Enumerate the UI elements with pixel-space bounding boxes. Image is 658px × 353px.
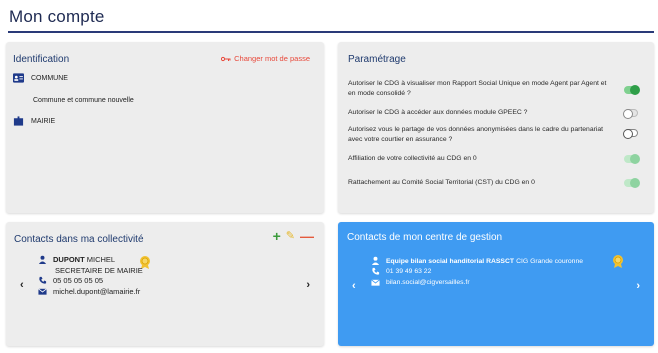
building-icon — [13, 116, 24, 126]
contacts-collectivite-card: Contacts dans ma collectivité + ✎ — ‹ › … — [6, 222, 324, 346]
param-partage-toggle[interactable] — [623, 129, 638, 139]
mail-icon — [38, 288, 47, 295]
pencil-icon[interactable]: ✎ — [286, 229, 295, 243]
parametrage-card: Paramétrage Autoriser le CDG à visualise… — [338, 42, 654, 213]
prev-arrow-icon[interactable]: ‹ — [20, 279, 24, 291]
id-card-icon — [13, 73, 24, 83]
mairie-label: MAIRIE — [31, 117, 56, 125]
contact-name-row: DUPONT MICHEL — [38, 255, 115, 264]
mail-icon — [371, 279, 380, 286]
contact-first-name: MICHEL — [86, 255, 116, 264]
cdg-contact-org: CIG Grande couronne — [516, 258, 583, 265]
parametrage-title: Paramétrage — [348, 54, 406, 65]
key-icon — [221, 56, 231, 61]
title-divider — [8, 31, 654, 33]
change-password-link[interactable]: Changer mot de passe — [221, 54, 310, 63]
commune-type: Commune et commune nouvelle — [33, 97, 134, 104]
medal-icon — [613, 255, 623, 268]
phone-icon — [39, 276, 47, 284]
identification-title: Identification — [13, 54, 70, 65]
param-affiliation-toggle — [624, 154, 640, 164]
prev-arrow-icon[interactable]: ‹ — [352, 280, 356, 292]
param-gpeec-toggle[interactable] — [623, 109, 638, 119]
next-arrow-icon[interactable]: › — [306, 279, 310, 291]
cdg-email-row: bilan.social@cigversailles.fr — [371, 278, 470, 287]
cdg-phone: 01 39 49 63 22 — [386, 268, 432, 275]
centre-gestion-title: Contacts de mon centre de gestion — [347, 232, 503, 243]
mairie-row: MAIRIE — [13, 116, 55, 126]
param-affiliation-label: Affiliation de votre collectivité au CDG… — [348, 155, 477, 162]
cdg-email[interactable]: bilan.social@cigversailles.fr — [386, 279, 470, 286]
contact-phone-row: 05 05 05 05 05 — [38, 276, 103, 285]
contact-email[interactable]: michel.dupont@lamairie.fr — [53, 287, 140, 296]
contact-role: SECRETAIRE DE MAIRIE — [55, 266, 143, 275]
next-arrow-icon[interactable]: › — [636, 280, 640, 292]
contacts-actions: + ✎ — — [273, 229, 314, 243]
contact-last-name: DUPONT — [53, 255, 85, 264]
param-rsu-label: Autoriser le CDG à visualiser mon Rappor… — [348, 80, 607, 97]
param-cst-toggle — [624, 178, 640, 188]
cdg-name-row: Equipe bilan social handitorial RASSCT C… — [371, 256, 583, 265]
param-gpeec-label: Autoriser le CDG à accéder aux données m… — [348, 109, 528, 116]
minus-icon[interactable]: — — [300, 229, 314, 243]
change-password-label: Changer mot de passe — [234, 54, 310, 63]
contact-phone: 05 05 05 05 05 — [53, 276, 104, 285]
cdg-contact-name: Equipe bilan social handitorial RASSCT — [386, 258, 515, 265]
page-title: Mon compte — [9, 7, 105, 26]
commune-label: COMMUNE — [31, 74, 68, 82]
centre-gestion-card: Contacts de mon centre de gestion ‹ › Eq… — [338, 222, 654, 346]
contacts-collectivite-title: Contacts dans ma collectivité — [14, 234, 144, 245]
param-rsu-toggle[interactable] — [624, 85, 640, 95]
person-icon — [371, 256, 380, 265]
phone-icon — [372, 267, 380, 275]
param-cst-label: Rattachement au Comité Social Territoria… — [348, 179, 535, 186]
param-partage-label: Autorisez vous le partage de vos données… — [348, 126, 604, 143]
commune-row: COMMUNE — [13, 73, 68, 83]
contact-email-row: michel.dupont@lamairie.fr — [38, 287, 140, 296]
identification-card: Identification Changer mot de passe COMM… — [6, 42, 324, 213]
plus-icon[interactable]: + — [273, 229, 281, 243]
person-icon — [38, 255, 47, 264]
cdg-phone-row: 01 39 49 63 22 — [371, 267, 431, 276]
